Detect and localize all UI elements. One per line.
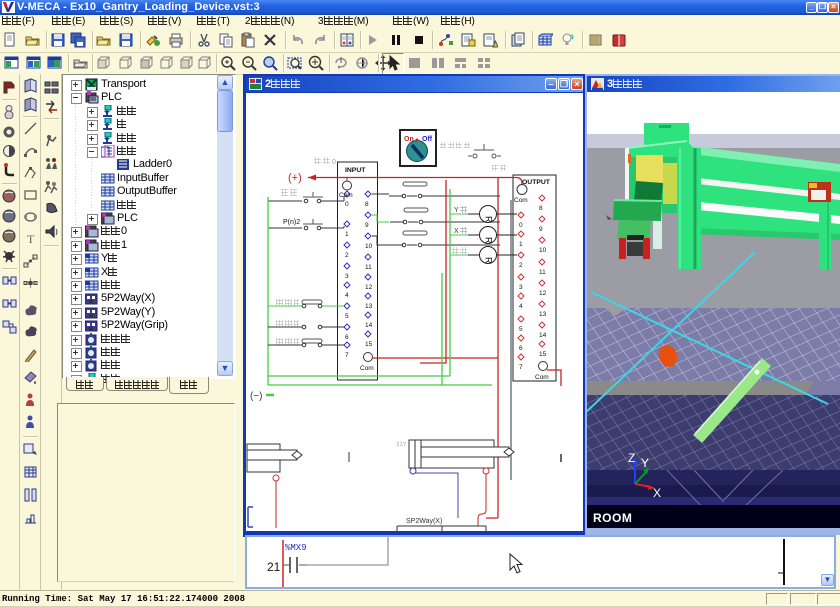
svg-text:10: 10 (365, 243, 373, 250)
svg-text:14: 14 (365, 322, 373, 329)
svg-text:10: 10 (539, 247, 547, 254)
svg-text:21: 21 (267, 560, 281, 574)
svg-text:14: 14 (539, 332, 547, 339)
svg-text:(+): (+) (288, 172, 302, 184)
svg-text:3: 3 (345, 273, 349, 280)
svg-text:12: 12 (365, 284, 373, 291)
svg-text:Y: Y (641, 456, 649, 470)
svg-text:9: 9 (539, 226, 543, 233)
svg-text:P(n)2: P(n)2 (283, 219, 300, 226)
svg-text:Y: Y (454, 207, 459, 214)
svg-text:T: T (27, 232, 35, 246)
svg-text:8: 8 (365, 201, 369, 208)
svg-text:31Y: 31Y (396, 442, 407, 448)
svg-text:5: 5 (519, 326, 523, 333)
svg-text:Com: Com (360, 365, 374, 372)
svg-text:15: 15 (539, 351, 547, 358)
svg-text:4: 4 (519, 303, 523, 310)
svg-text:13: 13 (365, 303, 373, 310)
svg-text:Off: Off (422, 136, 433, 143)
svg-text:2: 2 (519, 262, 523, 269)
svg-text:ROOM: ROOM (593, 511, 632, 525)
svg-text:15: 15 (365, 341, 373, 348)
svg-text:%MX9: %MX9 (285, 543, 307, 553)
svg-text:0: 0 (332, 159, 336, 166)
svg-text:8: 8 (539, 205, 543, 212)
svg-text:11: 11 (539, 269, 546, 276)
svg-text:1: 1 (519, 241, 523, 248)
svg-text:Z: Z (628, 451, 635, 465)
svg-text:(−): (−) (250, 391, 263, 402)
svg-text:9: 9 (365, 222, 369, 229)
svg-text:12: 12 (539, 290, 547, 297)
svg-text:Com: Com (339, 192, 353, 199)
svg-text:OUTPUT: OUTPUT (522, 179, 551, 186)
svg-text:2: 2 (345, 252, 349, 259)
svg-text:1: 1 (345, 231, 349, 238)
svg-text:7: 7 (345, 352, 349, 359)
svg-text:Com: Com (535, 374, 549, 381)
svg-text:Com: Com (514, 197, 528, 204)
svg-text:13: 13 (539, 311, 547, 318)
svg-text:4: 4 (345, 292, 349, 299)
svg-text:3: 3 (519, 284, 523, 291)
svg-text:0: 0 (345, 201, 349, 208)
svg-text:0: 0 (519, 222, 523, 229)
svg-text:6: 6 (519, 345, 523, 352)
svg-text:INPUT: INPUT (345, 167, 366, 174)
svg-text:X: X (653, 486, 661, 500)
svg-text:5: 5 (345, 313, 349, 320)
svg-text:R: R (484, 237, 494, 244)
svg-text:R: R (484, 216, 494, 223)
svg-text:X: X (454, 228, 459, 235)
svg-text:7: 7 (519, 364, 523, 371)
svg-text:SP2Way(X): SP2Way(X) (406, 518, 442, 525)
svg-text:6: 6 (345, 334, 349, 341)
svg-text:R: R (484, 257, 494, 264)
svg-text:11: 11 (365, 264, 372, 271)
